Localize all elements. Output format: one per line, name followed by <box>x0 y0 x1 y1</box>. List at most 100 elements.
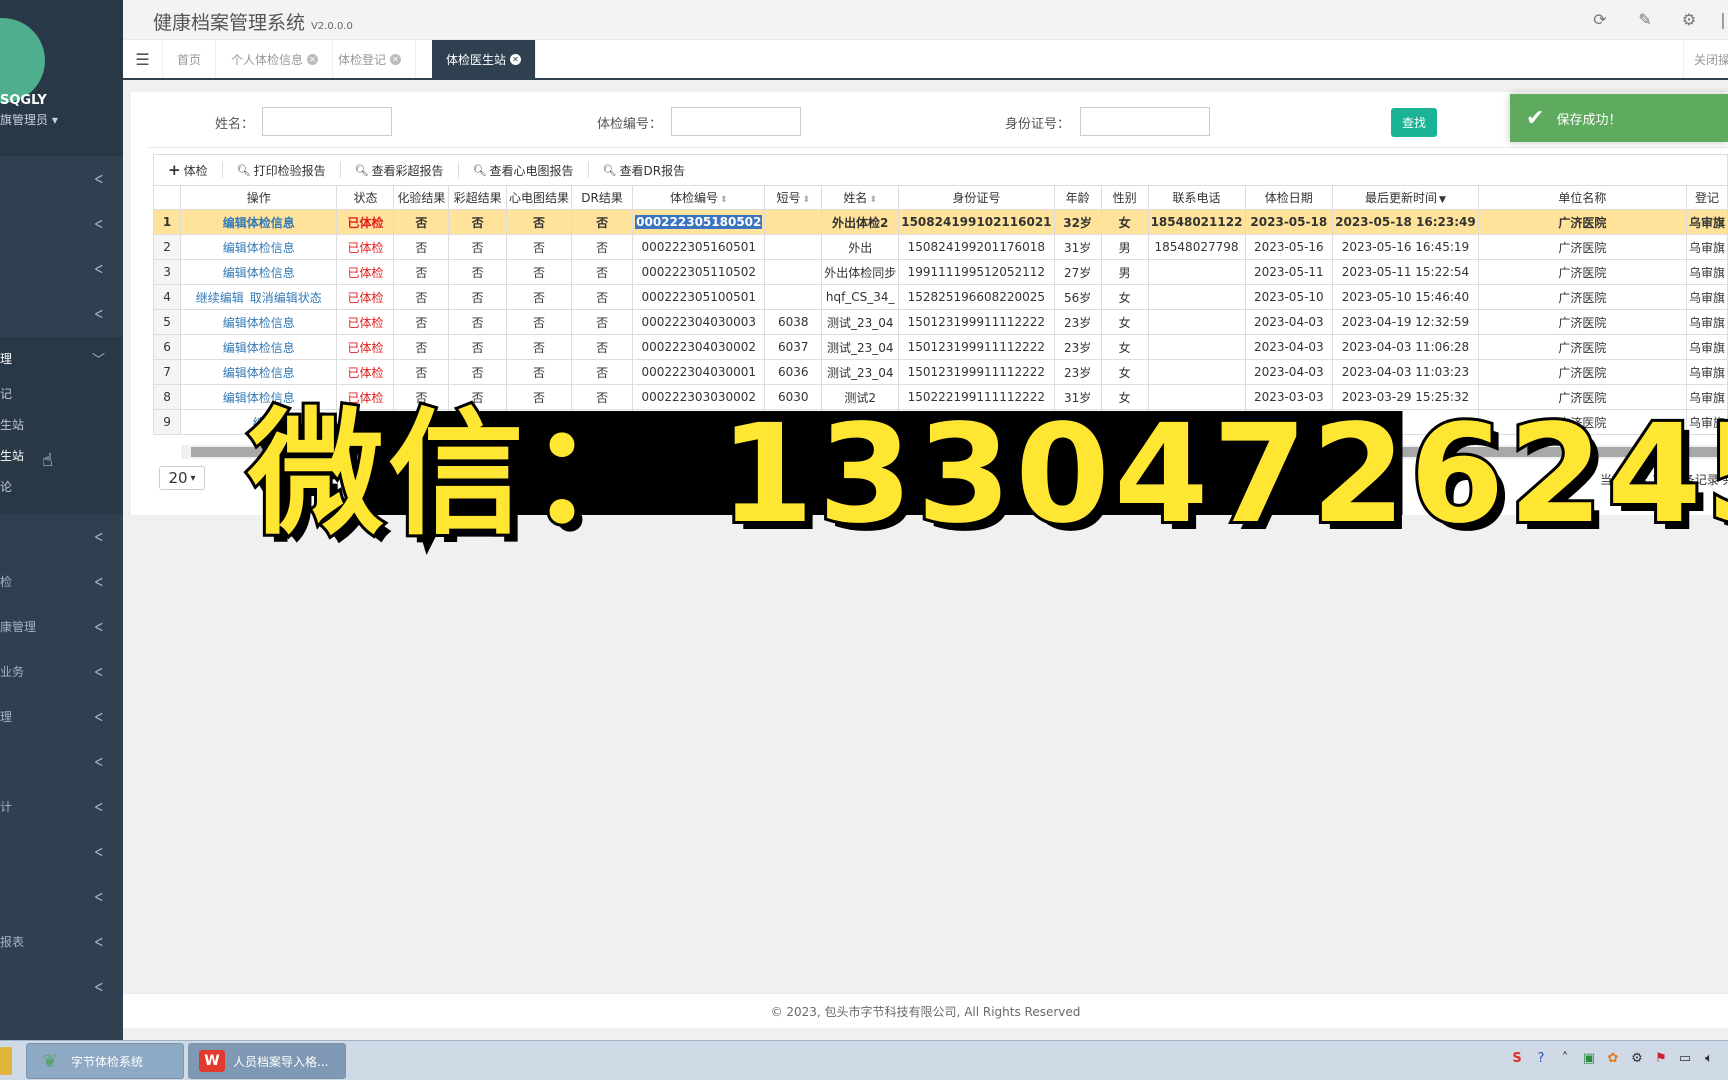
updated-time-cell: 2023-04-19 12:32:59 <box>1332 309 1479 335</box>
sidebar-item-2[interactable]: < <box>0 202 123 244</box>
column-header-sortable[interactable]: 短号 ⬍ <box>764 185 823 210</box>
table-row[interactable]: 3 编辑体检信息 已体检否否否否 000222305110502 外出体检同步 19911… <box>152 259 1728 285</box>
chevron-down-icon: ▾ <box>190 472 196 484</box>
row-actions[interactable]: 继续编辑 取消编辑状态 <box>180 284 338 310</box>
sidebar-item-10[interactable]: 理 < <box>0 695 123 737</box>
row-number: 6 <box>152 334 182 360</box>
ecg-result-cell: 否 <box>506 234 573 260</box>
short-no-cell: 6036 <box>764 359 823 385</box>
column-header-sorted[interactable]: 最后更新时间 ▼ <box>1332 185 1479 210</box>
sidebar-item-12[interactable]: 计 < <box>0 785 123 827</box>
taskbar-app-wps[interactable]: W 人员档案导入格... <box>188 1043 346 1079</box>
tab-exam-registration[interactable]: 体检登记 ✕ <box>324 40 417 78</box>
hamburger-menu-icon[interactable]: ☰ <box>123 40 163 78</box>
gear-icon[interactable]: ⚙ <box>1679 10 1699 30</box>
tab-home[interactable]: 首页 <box>163 40 217 78</box>
sidebar-item-8[interactable]: 康管理 < <box>0 605 123 647</box>
row-actions[interactable]: 编辑体检信息 <box>180 334 338 360</box>
sidebar-item-16[interactable]: < <box>0 965 123 1007</box>
view-ultrasound-report-button[interactable]: 🔍︎ 查看彩超报告 <box>341 162 459 178</box>
tab-exam-doctor-station[interactable]: 体检医生站 ✕ <box>432 40 537 78</box>
tab-close-icon[interactable]: ✕ <box>307 53 319 65</box>
view-dr-report-button[interactable]: 🔍︎ 查看DR报告 <box>589 162 700 178</box>
ultrasound-result-cell: 否 <box>448 309 508 335</box>
security-icon[interactable]: ✿ <box>1604 1051 1622 1066</box>
app-title: 健康档案管理系统 V2.0.0.0 <box>153 8 353 35</box>
edit-exam-link[interactable]: 编辑体检信息 <box>223 241 295 255</box>
sidebar-item-9[interactable]: 业务 < <box>0 650 123 692</box>
page-size-select[interactable]: 20 ▾ <box>159 466 205 490</box>
settings-icon[interactable]: ⚙ <box>1628 1051 1646 1066</box>
edit-exam-link[interactable]: 编辑体检信息 <box>223 366 295 380</box>
column-header-sortable[interactable]: 体检编号 ⬍ <box>632 185 766 210</box>
edit-exam-link[interactable]: 编辑体检信息 <box>223 341 295 355</box>
tab-personal-exam-info[interactable]: 个人体检信息 ✕ <box>217 40 334 78</box>
sidebar-item-11[interactable]: < <box>0 740 123 782</box>
tab-close-icon[interactable]: ✕ <box>390 53 402 65</box>
sidebar-item-15[interactable]: 报表 < <box>0 920 123 962</box>
table-row[interactable]: 7 编辑体检信息 已体检否否否否 000222304030001 6036 测试_23_0… <box>152 359 1728 385</box>
print-lab-report-button[interactable]: 🔍︎ 打印检验报告 <box>223 162 341 178</box>
speaker-icon[interactable]: 🔈︎ <box>1700 1051 1718 1066</box>
close-tabs-button[interactable]: 关闭操作 <box>1683 40 1728 78</box>
sidebar-subitem-active[interactable]: 生站 <box>0 440 123 470</box>
ultrasound-result-cell: 否 <box>448 334 508 360</box>
edit-exam-link[interactable]: 编辑体检信息 <box>223 266 295 280</box>
view-ecg-report-button[interactable]: 🔍︎ 查看心电图报告 <box>459 162 589 178</box>
column-header: 身份证号 <box>898 185 1055 210</box>
sidebar-item-3[interactable]: < <box>0 247 123 289</box>
exam-no-cell: 000222305160501 <box>632 234 766 260</box>
sidebar-subitem-4[interactable]: 论 <box>0 471 123 501</box>
id-no-input[interactable] <box>1080 107 1210 136</box>
edit-exam-link[interactable]: 编辑体检信息 <box>223 216 295 230</box>
monitor-icon[interactable]: ▭ <box>1676 1051 1694 1066</box>
sidebar-item-13[interactable]: < <box>0 830 123 872</box>
taskbar-app-health-system[interactable]: ❦ 字节体检系统 <box>26 1043 184 1079</box>
table-row[interactable]: 4 继续编辑 取消编辑状态 已体检否否否否 000222305100501 hqf_CS_… <box>152 284 1728 310</box>
edit-exam-link[interactable]: 继续编辑 <box>196 291 244 305</box>
print-lab-label: 打印检验报告 <box>253 163 326 178</box>
sidebar-item-6[interactable]: < <box>0 515 123 557</box>
chevron-up-icon[interactable]: ˄ <box>1556 1051 1574 1066</box>
sidebar-subitem-1[interactable]: 记 <box>0 378 123 408</box>
network-icon[interactable]: ▣ <box>1580 1051 1598 1066</box>
search-button[interactable]: 查找 <box>1391 108 1437 137</box>
success-toast[interactable]: ✔ 保存成功！ <box>1510 94 1728 142</box>
table-row[interactable]: 5 编辑体检信息 已体检否否否否 000222304030003 6038 测试_23_0… <box>152 309 1728 335</box>
id-no-cell: 152825196608220025 <box>898 284 1055 310</box>
add-exam-button[interactable]: + 体检 <box>154 161 223 179</box>
cancel-edit-link[interactable]: 取消编辑状态 <box>250 291 322 305</box>
help-icon[interactable]: ? <box>1532 1051 1550 1066</box>
sidebar-item-1[interactable]: < <box>0 157 123 199</box>
sidebar-item-4[interactable]: < <box>0 292 123 334</box>
sidebar-item-7[interactable]: 检 < <box>0 560 123 602</box>
sidebar-subitem-2[interactable]: 生站 <box>0 409 123 439</box>
edit-exam-link[interactable]: 编辑体检信息 <box>223 316 295 330</box>
name-cell: 测试_23_04 <box>821 309 900 335</box>
sidebar-item-expanded[interactable]: 理 ﹀ <box>0 337 123 379</box>
table-row[interactable]: 2 编辑体检信息 已体检否否否否 000222305160501 外出 150824199… <box>152 234 1728 260</box>
row-actions[interactable]: 编辑体检信息 <box>180 209 338 235</box>
sidebar-item-14[interactable]: < <box>0 875 123 917</box>
column-header-sortable[interactable]: 姓名 ⬍ <box>821 185 900 210</box>
row-actions[interactable]: 编辑体检信息 <box>180 234 338 260</box>
tab-close-icon[interactable]: ✕ <box>510 53 522 65</box>
avatar[interactable] <box>0 18 45 103</box>
user-role-dropdown[interactable]: 旗管理员 ▾ <box>0 111 58 128</box>
pencil-icon[interactable]: ✎ <box>1635 10 1655 30</box>
chevron-left-icon: < <box>93 213 103 233</box>
lab-result-cell: 否 <box>393 234 450 260</box>
row-actions[interactable]: 编辑体检信息 <box>180 259 338 285</box>
refresh-icon[interactable]: ⟳ <box>1590 10 1610 30</box>
sogou-icon[interactable]: S <box>1508 1051 1526 1066</box>
table-row[interactable]: 6 编辑体检信息 已体检否否否否 000222304030002 6037 测试_23_0… <box>152 334 1728 360</box>
start-button[interactable] <box>0 1047 12 1075</box>
row-actions[interactable]: 编辑体检信息 <box>180 359 338 385</box>
name-cell: 外出体检同步 <box>821 259 900 285</box>
exam-no-input[interactable] <box>671 107 801 136</box>
name-input[interactable] <box>262 107 392 136</box>
column-header: 操作 <box>180 185 338 210</box>
table-row[interactable]: 1 编辑体检信息 已体检否否否否 000222305180502 外出体检2 150824… <box>152 209 1728 235</box>
flag-icon[interactable]: ⚑ <box>1652 1051 1670 1066</box>
row-actions[interactable]: 编辑体检信息 <box>180 309 338 335</box>
